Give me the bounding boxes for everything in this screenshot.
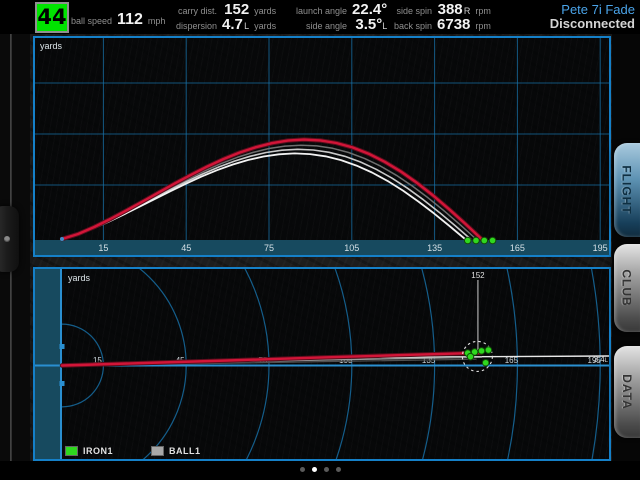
tab-flight[interactable]: FLIGHT (614, 143, 640, 237)
trace-previous-shot-white (62, 153, 465, 239)
x-tick-label: 165 (510, 243, 525, 253)
stat-unit: yards (254, 4, 276, 18)
launch-monitor-app: 44 ball speed 112 mph carry dist. 152 ya… (0, 0, 640, 480)
ball-landing-dot (481, 237, 488, 244)
stats-bar: 44 ball speed 112 mph carry dist. 152 ya… (0, 0, 640, 34)
footer-bar (0, 461, 640, 480)
connection-status: Disconnected (550, 17, 635, 31)
alignment-dot (60, 381, 65, 386)
profile-box: Pete 7i Fade Disconnected (550, 3, 635, 31)
x-tick-label: 135 (427, 243, 442, 253)
stat-value: 22.4° (352, 3, 387, 17)
stat-label: dispersion (176, 19, 217, 33)
ball-landing-dot (482, 359, 489, 366)
ball-landing-dot (464, 237, 471, 244)
ball-landing-dot (485, 347, 492, 354)
trace-current-shot (62, 353, 482, 366)
stat-launch-side-angle: launch angle 22.4° side angle 3.5°L (296, 3, 392, 33)
x-tick-label: 15 (98, 243, 108, 253)
x-tick-label: 105 (344, 243, 359, 253)
stat-carry-dispersion: carry dist. 152 yards dispersion 4.7 L y… (176, 3, 276, 33)
stat-label: carry dist. (178, 4, 217, 18)
stat-unit: rpm (475, 19, 491, 33)
stat-unit: mph (148, 14, 166, 28)
y-axis-unit-label: yards (40, 41, 62, 51)
ball-landing-dot (489, 237, 496, 244)
legend-item-ball[interactable]: BALL1 (151, 446, 201, 456)
legend-label: IRON1 (83, 446, 113, 456)
x-tick-label: 45 (181, 243, 191, 253)
stat-value: 6738 (437, 18, 470, 32)
stat-unit: rpm (475, 4, 491, 18)
stat-value: 4.7 L (222, 18, 249, 33)
stat-label: back spin (394, 19, 432, 33)
x-tick-label: 165 (505, 356, 519, 365)
tee-point (60, 237, 64, 241)
stat-label: side spin (397, 4, 433, 18)
main-area: yards 15 45 75 105 135 165 195 yards 154575105… (0, 34, 640, 461)
page-dot[interactable] (324, 467, 329, 472)
carry-marker-label: 152 (471, 271, 485, 280)
stat-unit: yards (254, 19, 276, 33)
ball-landing-dot (478, 348, 485, 355)
shot-number-badge[interactable]: 44 (35, 2, 69, 33)
ball-color-swatch (151, 446, 164, 456)
tee-panel (35, 269, 60, 459)
page-dot[interactable] (312, 467, 317, 472)
x-tick-label: 195 (593, 243, 608, 253)
iron-color-swatch (65, 446, 78, 456)
stat-value: 112 (117, 13, 143, 27)
ball-landing-dot (467, 353, 474, 360)
legend-label: BALL1 (169, 446, 201, 456)
legend-item-iron[interactable]: IRON1 (65, 446, 113, 456)
stat-label: ball speed (71, 14, 112, 28)
top-view-plot: 1545751051351651951523.4L (35, 269, 609, 459)
drawer-handle[interactable] (0, 206, 19, 272)
x-tick-label: 75 (264, 243, 274, 253)
stat-label: side angle (306, 19, 347, 33)
stat-ball-speed: ball speed 112 mph (71, 13, 165, 28)
stat-label: launch angle (296, 4, 347, 18)
top-view-chart[interactable]: yards 1545751051351651951523.4L IRON1 BA… (33, 267, 611, 461)
profile-name[interactable]: Pete 7i Fade (550, 3, 635, 17)
side-view-plot: 15 45 75 105 135 165 195 (35, 38, 609, 255)
drawer-handle-dot-icon (4, 236, 10, 242)
side-view-chart[interactable]: yards 15 45 75 105 135 165 195 (33, 36, 611, 257)
stat-value: 3.5°L (355, 18, 387, 33)
alignment-dot (60, 344, 65, 349)
legend: IRON1 BALL1 (65, 446, 201, 456)
page-dot[interactable] (336, 467, 341, 472)
y-axis-unit-label: yards (68, 273, 90, 283)
page-indicator[interactable] (0, 467, 640, 472)
stat-spin: side spin 388 R rpm back spin 6738 rpm (394, 3, 491, 33)
page-dot[interactable] (300, 467, 305, 472)
tab-data[interactable]: DATA (614, 346, 640, 438)
tab-club[interactable]: CLUB (614, 244, 640, 332)
ball-landing-dot (473, 237, 480, 244)
stat-value: 152 (224, 3, 249, 17)
